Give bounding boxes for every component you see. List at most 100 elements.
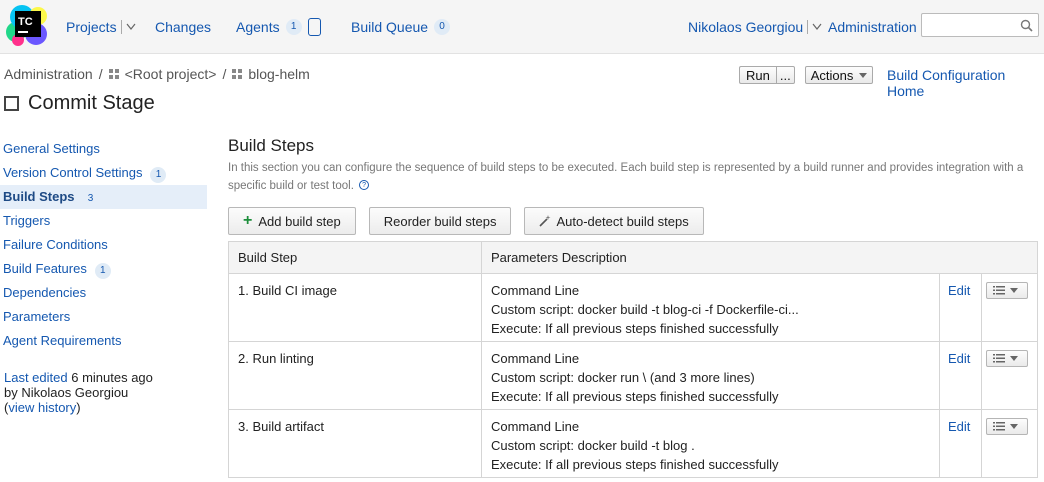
edit-step-link[interactable]: Edit	[948, 283, 970, 298]
column-header-build-step: Build Step	[228, 241, 482, 274]
breadcrumb-root-project[interactable]: <Root project>	[125, 66, 217, 82]
agents-count-badge: 1	[285, 19, 302, 35]
nav-changes[interactable]: Changes	[155, 19, 211, 35]
build-step-parameters: Command Line Custom script: docker build…	[480, 273, 940, 342]
sidebar-item-label: Agent Requirements	[3, 333, 122, 348]
last-edited-info: Last edited 6 minutes ago by Nikolaos Ge…	[4, 370, 153, 415]
sidebar-item-dependencies[interactable]: Dependencies	[0, 281, 207, 305]
sidebar-item-build-steps[interactable]: Build Steps 3	[0, 185, 207, 209]
build-queue-count-badge: 0	[434, 19, 451, 35]
sidebar-item-build-features[interactable]: Build Features 1	[0, 257, 207, 281]
sidebar-item-version-control-settings[interactable]: Version Control Settings 1	[0, 161, 207, 185]
sidebar-item-triggers[interactable]: Triggers	[0, 209, 207, 233]
build-step-actions: + Add build step Reorder build steps Aut…	[228, 207, 717, 235]
add-build-step-label: Add build step	[258, 213, 341, 229]
sidebar-item-label: Build Features	[3, 261, 87, 276]
build-step-name[interactable]: 1. Build CI image	[228, 273, 482, 342]
help-icon[interactable]: ?	[359, 180, 370, 190]
page-title: Commit Stage	[4, 92, 155, 115]
execute-condition: Execute: If all previous steps finished …	[490, 389, 779, 404]
build-step-name[interactable]: 3. Build artifact	[228, 409, 482, 478]
list-menu-icon	[992, 354, 1005, 363]
breadcrumb-separator: /	[98, 66, 103, 82]
custom-script: Custom script: docker run \ (and 3 more …	[490, 370, 755, 385]
table-row: 1. Build CI image Command Line Custom sc…	[228, 273, 1039, 342]
runner-type: Command Line	[490, 419, 580, 434]
page-title-text: Commit Stage	[28, 92, 155, 114]
plus-icon: +	[243, 212, 253, 229]
runner-type: Command Line	[490, 283, 580, 298]
last-edited-time: 6 minutes ago	[71, 370, 153, 385]
run-button[interactable]: Run	[739, 66, 776, 84]
breadcrumb: Administration / <Root project> / blog-h…	[4, 66, 310, 82]
top-header: TC Projects Changes Agents 1 Build Queue…	[0, 0, 1044, 54]
user-menu[interactable]: Nikolaos Georgiou	[688, 19, 803, 35]
sidebar-item-label: General Settings	[3, 141, 100, 156]
table-row: 3. Build artifact Command Line Custom sc…	[228, 409, 1039, 478]
table-row: 2. Run linting Command Line Custom scrip…	[228, 341, 1039, 410]
actions-dropdown[interactable]: Actions	[804, 66, 874, 84]
caret-down-icon[interactable]	[812, 23, 822, 31]
sidebar-count-badge: 1	[150, 167, 167, 183]
nav-administration[interactable]: Administration	[828, 19, 917, 35]
custom-script: Custom script: docker build -t blog .	[490, 438, 695, 453]
last-edited-by: by Nikolaos Georgiou	[4, 385, 129, 400]
separator	[807, 20, 809, 34]
agent-icon[interactable]	[307, 18, 321, 36]
runner-type: Command Line	[490, 351, 580, 366]
run-custom-button[interactable]: ...	[775, 66, 795, 84]
wand-icon	[539, 215, 551, 227]
section-title: Build Steps	[228, 136, 314, 155]
list-menu-icon	[992, 422, 1005, 431]
caret-down-icon[interactable]	[126, 23, 136, 31]
reorder-build-steps-button[interactable]: Reorder build steps	[368, 207, 512, 235]
sidebar-item-label: Version Control Settings	[3, 165, 143, 180]
last-edited-link[interactable]: Last edited	[4, 370, 68, 385]
sidebar-item-label: Failure Conditions	[3, 237, 108, 252]
teamcity-logo-icon[interactable]: TC	[6, 4, 48, 46]
section-description-text: In this section you can configure the se…	[228, 162, 1024, 192]
sidebar-item-label: Triggers	[3, 213, 51, 228]
project-grid-icon	[232, 68, 243, 79]
separator	[120, 20, 122, 34]
caret-down-icon	[859, 72, 868, 78]
build-configuration-home-link[interactable]: Build Configuration Home	[887, 67, 1044, 99]
top-actions: Run ... Actions	[739, 66, 874, 84]
sidebar-item-label: Dependencies	[3, 285, 87, 300]
view-history-link[interactable]: view history	[8, 400, 76, 415]
caret-down-icon	[1009, 288, 1018, 293]
edit-step-link[interactable]: Edit	[948, 419, 970, 434]
caret-down-icon	[1009, 424, 1018, 429]
build-step-parameters: Command Line Custom script: docker run \…	[480, 341, 940, 410]
sidebar-item-parameters[interactable]: Parameters	[0, 305, 207, 329]
step-menu-button[interactable]	[985, 350, 1028, 367]
sidebar-item-general-settings[interactable]: General Settings	[0, 137, 207, 161]
sidebar-count-badge: 1	[94, 263, 111, 279]
build-steps-table: Build Step Parameters Description 1. Bui…	[228, 241, 1039, 478]
project-grid-icon	[108, 68, 119, 79]
build-step-name[interactable]: 2. Run linting	[228, 341, 482, 410]
breadcrumb-blog-helm[interactable]: blog-helm	[248, 66, 309, 82]
step-menu-button[interactable]	[985, 282, 1028, 299]
search-icon[interactable]	[1020, 19, 1033, 32]
edit-step-link[interactable]: Edit	[948, 351, 970, 366]
breadcrumb-separator: /	[222, 66, 227, 82]
custom-script: Custom script: docker build -t blog-ci -…	[490, 302, 799, 317]
auto-detect-build-steps-button[interactable]: Auto-detect build steps	[524, 207, 704, 235]
build-step-parameters: Command Line Custom script: docker build…	[480, 409, 940, 478]
nav-agents[interactable]: Agents	[236, 19, 280, 35]
breadcrumb-administration[interactable]: Administration	[4, 66, 93, 82]
nav-build-queue[interactable]: Build Queue	[351, 19, 428, 35]
sidebar-item-failure-conditions[interactable]: Failure Conditions	[0, 233, 207, 257]
add-build-step-button[interactable]: + Add build step	[228, 207, 356, 235]
section-description: In this section you can configure the se…	[228, 159, 1028, 195]
nav-projects[interactable]: Projects	[66, 19, 117, 35]
svg-text:TC: TC	[18, 16, 33, 28]
auto-detect-build-steps-label: Auto-detect build steps	[556, 213, 689, 229]
list-menu-icon	[992, 286, 1005, 295]
table-header-row: Build Step Parameters Description	[228, 241, 1039, 274]
search-input[interactable]	[921, 13, 1039, 37]
sidebar-item-label: Parameters	[3, 309, 71, 324]
sidebar-item-agent-requirements[interactable]: Agent Requirements	[0, 329, 207, 353]
step-menu-button[interactable]	[985, 418, 1028, 435]
